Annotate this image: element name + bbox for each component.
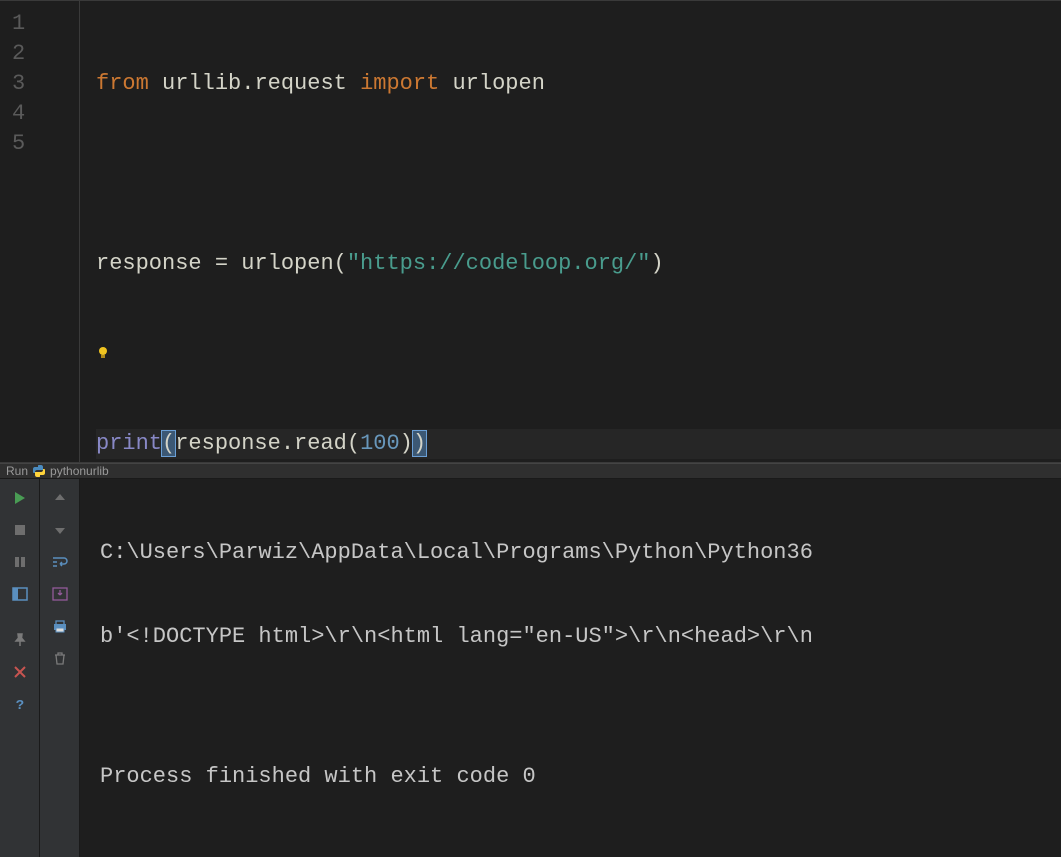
gutter: 1 2 3 4 5: [0, 1, 80, 462]
console-line: b'<!DOCTYPE html>\r\n<html lang="en-US">…: [100, 623, 1051, 651]
run-panel-body: ? C:\Users\Parwiz\AppData\Loc: [0, 479, 1061, 857]
code-area[interactable]: from urllib.request import urlopen respo…: [80, 1, 1061, 462]
string-url: "https://codeloop.org/": [347, 251, 651, 276]
operator-eq: =: [215, 251, 228, 276]
run-toolbar-left: ?: [0, 479, 40, 857]
builtin-print: print: [96, 431, 162, 456]
console-line: Process finished with exit code 0: [100, 763, 1051, 791]
paren-open: (: [334, 251, 347, 276]
line-number: 3: [12, 69, 79, 99]
console-output[interactable]: C:\Users\Parwiz\AppData\Local\Programs\P…: [80, 479, 1061, 857]
run-button[interactable]: [6, 485, 34, 511]
console-line: C:\Users\Parwiz\AppData\Local\Programs\P…: [100, 539, 1051, 567]
code-line-2: [96, 159, 1061, 189]
paren-open-hl: (: [162, 431, 175, 456]
help-button[interactable]: ?: [6, 691, 34, 717]
soft-wrap-button[interactable]: [46, 549, 74, 575]
trash-button[interactable]: [46, 645, 74, 671]
paren-close-hl: ): [413, 431, 426, 456]
svg-text:?: ?: [15, 698, 23, 711]
stop-button[interactable]: [6, 517, 34, 543]
code-editor[interactable]: 1 2 3 4 5 from urllib.request import url…: [0, 0, 1061, 462]
line-number: 5: [12, 129, 79, 159]
keyword-import: import: [360, 71, 439, 96]
keyword-from: from: [96, 71, 149, 96]
layout-button[interactable]: [6, 581, 34, 607]
paren-close: ): [651, 251, 664, 276]
lightbulb-icon[interactable]: [96, 346, 110, 360]
dot: .: [241, 71, 254, 96]
pause-button[interactable]: [6, 549, 34, 575]
ident-response: response: [96, 251, 202, 276]
paren-close: ): [400, 431, 413, 456]
module-urllib: urllib: [162, 71, 241, 96]
method-read: read: [294, 431, 347, 456]
dot: .: [281, 431, 294, 456]
scroll-to-end-button[interactable]: [46, 581, 74, 607]
python-icon: [32, 464, 46, 478]
run-toolbar-right: [40, 479, 80, 857]
code-line-3: response = urlopen("https://codeloop.org…: [96, 249, 1061, 279]
code-line-5: print(response.read(100)): [96, 429, 1061, 459]
number-100: 100: [360, 431, 400, 456]
module-request: request: [254, 71, 346, 96]
line-number: 2: [12, 39, 79, 69]
paren-open: (: [347, 431, 360, 456]
down-button[interactable]: [46, 517, 74, 543]
print-button[interactable]: [46, 613, 74, 639]
line-number: 1: [12, 9, 79, 39]
call-urlopen: urlopen: [241, 251, 333, 276]
code-line-4: [96, 339, 1061, 369]
line-number: 4: [12, 99, 79, 129]
code-line-1: from urllib.request import urlopen: [96, 69, 1061, 99]
run-tab-label: Run: [6, 464, 28, 478]
ident-urlopen: urlopen: [452, 71, 544, 96]
pin-button[interactable]: [6, 627, 34, 653]
ident-response: response: [175, 431, 281, 456]
close-button[interactable]: [6, 659, 34, 685]
up-button[interactable]: [46, 485, 74, 511]
